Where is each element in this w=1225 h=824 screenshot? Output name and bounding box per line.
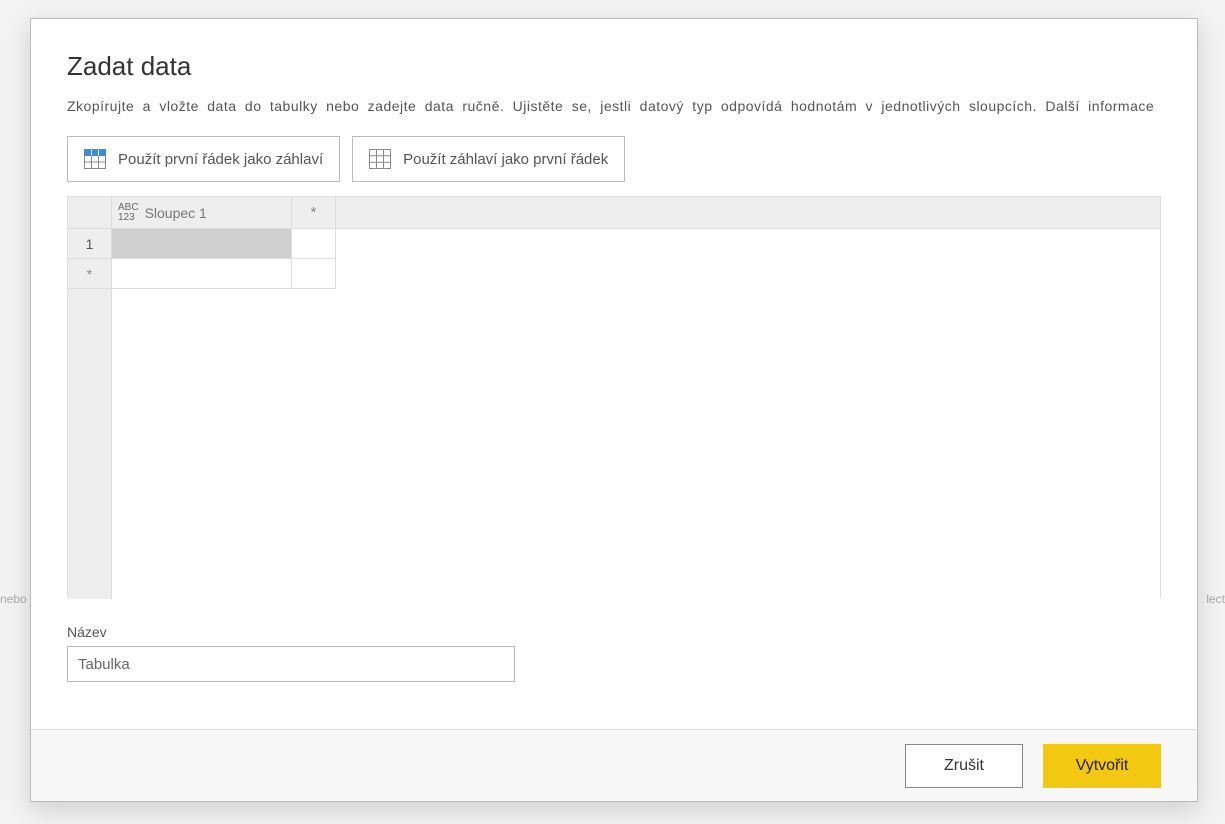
cell-r1-addcol[interactable]: [292, 229, 336, 259]
add-column-button[interactable]: *: [292, 197, 336, 229]
dialog-footer: Zrušit Vytvořit: [31, 729, 1197, 801]
use-header-as-first-row-label: Použít záhlaví jako první řádek: [403, 151, 608, 168]
type-abc: ABC: [118, 203, 139, 213]
table-grid-icon: [369, 149, 391, 169]
grid-remainder: [68, 289, 1160, 599]
more-info-link[interactable]: Další informace: [1045, 98, 1154, 114]
dialog-subtitle: Zkopírujte a vložte data do tabulky nebo…: [67, 98, 1161, 114]
name-section: Název: [67, 624, 1161, 682]
dialog-title: Zadat data: [67, 51, 1161, 82]
grid-header-fill: [336, 197, 1160, 229]
table-header-icon: [84, 149, 106, 169]
column-1-name: Sloupec 1: [145, 205, 207, 221]
use-first-row-as-header-label: Použít první řádek jako záhlaví: [118, 151, 323, 168]
grid-header-row: ABC 123 Sloupec 1 *: [68, 197, 1160, 229]
bg-text-left: nebo: [0, 592, 27, 606]
row-1-fill: [336, 229, 1160, 259]
cancel-button[interactable]: Zrušit: [905, 744, 1023, 788]
grid-add-row: *: [68, 259, 1160, 289]
row-1-number[interactable]: 1: [68, 229, 112, 259]
bg-text-right: lect: [1206, 592, 1225, 606]
column-header-1[interactable]: ABC 123 Sloupec 1: [112, 197, 292, 229]
grid-body-fill: [112, 289, 1160, 599]
name-label: Název: [67, 624, 1161, 640]
addrow-fill: [336, 259, 1160, 289]
toolbar: Použít první řádek jako záhlaví Použít z…: [67, 136, 1161, 182]
enter-data-dialog: Zadat data Zkopírujte a vložte data do t…: [30, 18, 1198, 802]
row-gutter-fill: [68, 289, 112, 599]
dialog-body: Zadat data Zkopírujte a vložte data do t…: [31, 19, 1197, 729]
grid-row-1: 1: [68, 229, 1160, 259]
use-first-row-as-header-button[interactable]: Použít první řádek jako záhlaví: [67, 136, 340, 182]
use-header-as-first-row-button[interactable]: Použít záhlaví jako první řádek: [352, 136, 625, 182]
cell-addrow-addcol[interactable]: [292, 259, 336, 289]
create-button[interactable]: Vytvořit: [1043, 744, 1161, 788]
cell-r1-c1[interactable]: [112, 229, 292, 259]
data-grid[interactable]: ABC 123 Sloupec 1 * 1 *: [67, 196, 1161, 598]
grid-corner[interactable]: [68, 197, 112, 229]
column-type-icon: ABC 123: [118, 203, 139, 223]
add-row-button[interactable]: *: [68, 259, 112, 289]
type-123: 123: [118, 213, 139, 223]
subtitle-text: Zkopírujte a vložte data do tabulky nebo…: [67, 98, 1037, 114]
table-name-input[interactable]: [67, 646, 515, 682]
cell-addrow-c1[interactable]: [112, 259, 292, 289]
